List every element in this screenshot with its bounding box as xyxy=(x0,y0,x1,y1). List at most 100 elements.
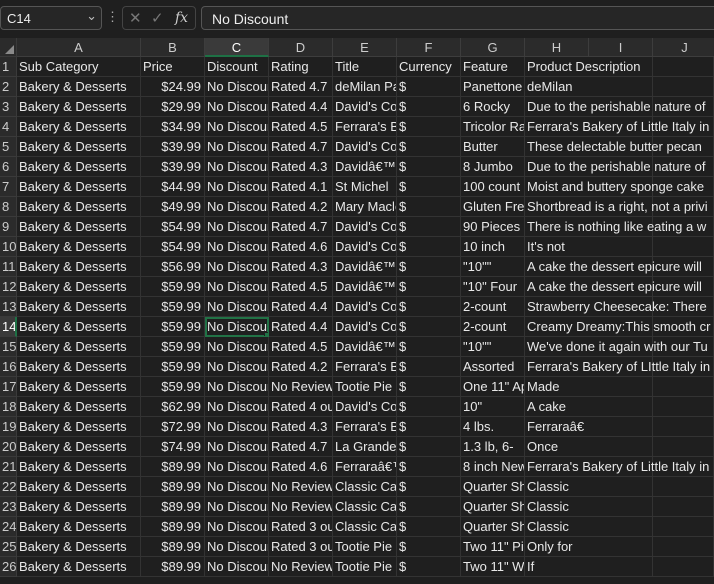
cell-b17[interactable]: $59.99 xyxy=(141,377,205,397)
cell-f20[interactable]: $ xyxy=(397,437,461,457)
cell-g20[interactable]: 1.3 lb, 6- xyxy=(461,437,525,457)
cell-f19[interactable]: $ xyxy=(397,417,461,437)
cell-d8[interactable]: Rated 4.2 xyxy=(269,197,333,217)
cell-e3[interactable]: David's Cookies xyxy=(333,97,397,117)
cell-a26[interactable]: Bakery & Desserts xyxy=(17,557,141,577)
cell-b10[interactable]: $54.99 xyxy=(141,237,205,257)
cell-g12[interactable]: "10" Four xyxy=(461,277,525,297)
cell-c23[interactable]: No Discount xyxy=(205,497,269,517)
cell-h15[interactable]: We've done it again with our Tu xyxy=(525,337,714,357)
column-header-g[interactable]: G xyxy=(461,38,525,57)
column-header-h[interactable]: H xyxy=(525,38,589,57)
cell-d21[interactable]: Rated 4.6 xyxy=(269,457,333,477)
cell-h16[interactable]: Ferrara's Bakery of LIttle Italy in xyxy=(525,357,714,377)
cell-h22[interactable]: Classic xyxy=(525,477,714,497)
cell-d18[interactable]: Rated 4 out xyxy=(269,397,333,417)
cell-a9[interactable]: Bakery & Desserts xyxy=(17,217,141,237)
cell-a14[interactable]: Bakery & Desserts xyxy=(17,317,141,337)
cell-f25[interactable]: $ xyxy=(397,537,461,557)
cell-g22[interactable]: Quarter Sheet xyxy=(461,477,525,497)
cell-h17[interactable]: Made xyxy=(525,377,714,397)
cell-b21[interactable]: $89.99 xyxy=(141,457,205,477)
cell-a7[interactable]: Bakery & Desserts xyxy=(17,177,141,197)
cell-e6[interactable]: Davidâ€™s Cookies xyxy=(333,157,397,177)
cell-g6[interactable]: 8 Jumbo xyxy=(461,157,525,177)
cell-g25[interactable]: Two 11" Pies xyxy=(461,537,525,557)
cell-g18[interactable]: 10" xyxy=(461,397,525,417)
cell-b11[interactable]: $56.99 xyxy=(141,257,205,277)
cell-c10[interactable]: No Discount xyxy=(205,237,269,257)
cell-c26[interactable]: No Discount xyxy=(205,557,269,577)
cell-d23[interactable]: No Reviews xyxy=(269,497,333,517)
cell-h8[interactable]: Shortbread is a right, not a privi xyxy=(525,197,714,217)
cell-a25[interactable]: Bakery & Desserts xyxy=(17,537,141,557)
row-header-17[interactable]: 17 xyxy=(0,377,17,397)
cell-c19[interactable]: No Discount xyxy=(205,417,269,437)
cell-b19[interactable]: $72.99 xyxy=(141,417,205,437)
cell-b25[interactable]: $89.99 xyxy=(141,537,205,557)
cell-h7[interactable]: Moist and buttery sponge cake xyxy=(525,177,714,197)
cell-c20[interactable]: No Discount xyxy=(205,437,269,457)
cell-g11[interactable]: "10"" xyxy=(461,257,525,277)
cell-b9[interactable]: $54.99 xyxy=(141,217,205,237)
cell-a22[interactable]: Bakery & Desserts xyxy=(17,477,141,497)
cell-a21[interactable]: Bakery & Desserts xyxy=(17,457,141,477)
column-header-i[interactable]: I xyxy=(589,38,653,57)
column-header-d[interactable]: D xyxy=(269,38,333,57)
cell-g9[interactable]: 90 Pieces xyxy=(461,217,525,237)
cell-e1[interactable]: Title xyxy=(333,57,397,77)
cell-b6[interactable]: $39.99 xyxy=(141,157,205,177)
cell-c21[interactable]: No Discount xyxy=(205,457,269,477)
cell-h13[interactable]: Strawberry Cheesecake: There xyxy=(525,297,714,317)
cell-b12[interactable]: $59.99 xyxy=(141,277,205,297)
cell-g13[interactable]: 2-count xyxy=(461,297,525,317)
row-header-7[interactable]: 7 xyxy=(0,177,17,197)
name-box[interactable]: C14 ⌄ xyxy=(0,6,102,30)
insert-function-icon[interactable]: fx xyxy=(175,10,188,26)
cell-d14[interactable]: Rated 4.4 xyxy=(269,317,333,337)
cell-g5[interactable]: Butter xyxy=(461,137,525,157)
cell-b16[interactable]: $59.99 xyxy=(141,357,205,377)
cell-d24[interactable]: Rated 3 out xyxy=(269,517,333,537)
cell-e15[interactable]: Davidâ€™s Cookies xyxy=(333,337,397,357)
cell-h26[interactable]: If xyxy=(525,557,714,577)
cell-g14[interactable]: 2-count xyxy=(461,317,525,337)
row-header-21[interactable]: 21 xyxy=(0,457,17,477)
cell-a10[interactable]: Bakery & Desserts xyxy=(17,237,141,257)
cell-b18[interactable]: $62.99 xyxy=(141,397,205,417)
cell-e17[interactable]: Tootie Pie xyxy=(333,377,397,397)
cell-e7[interactable]: St Michel xyxy=(333,177,397,197)
cell-e8[interactable]: Mary Macleod's xyxy=(333,197,397,217)
cell-c14[interactable]: No Discount xyxy=(205,317,269,337)
cell-g8[interactable]: Gluten Free xyxy=(461,197,525,217)
cell-c7[interactable]: No Discount xyxy=(205,177,269,197)
cell-f7[interactable]: $ xyxy=(397,177,461,197)
name-box-value[interactable]: C14 xyxy=(7,11,31,26)
cell-g4[interactable]: Tricolor Rainbow xyxy=(461,117,525,137)
cell-d25[interactable]: Rated 3 out xyxy=(269,537,333,557)
cell-d7[interactable]: Rated 4.1 xyxy=(269,177,333,197)
cell-d17[interactable]: No Reviews xyxy=(269,377,333,397)
cell-e5[interactable]: David's Cookies xyxy=(333,137,397,157)
row-header-26[interactable]: 26 xyxy=(0,557,17,577)
row-header-22[interactable]: 22 xyxy=(0,477,17,497)
cell-d19[interactable]: Rated 4.3 xyxy=(269,417,333,437)
formula-input[interactable]: No Discount xyxy=(201,6,714,30)
cell-g2[interactable]: Panettone xyxy=(461,77,525,97)
cell-e13[interactable]: David's Cookies xyxy=(333,297,397,317)
cell-c16[interactable]: No Discount xyxy=(205,357,269,377)
cell-a12[interactable]: Bakery & Desserts xyxy=(17,277,141,297)
cell-g1[interactable]: Feature xyxy=(461,57,525,77)
cell-c5[interactable]: No Discount xyxy=(205,137,269,157)
cancel-icon[interactable]: ✕ xyxy=(129,9,142,27)
cell-a24[interactable]: Bakery & Desserts xyxy=(17,517,141,537)
cell-e10[interactable]: David's Cookies xyxy=(333,237,397,257)
cell-c25[interactable]: No Discount xyxy=(205,537,269,557)
cell-g3[interactable]: 6 Rocky xyxy=(461,97,525,117)
cell-h4[interactable]: Ferrara's Bakery of Little Italy in xyxy=(525,117,714,137)
row-header-23[interactable]: 23 xyxy=(0,497,17,517)
cell-h5[interactable]: These delectable butter pecan xyxy=(525,137,714,157)
cell-f18[interactable]: $ xyxy=(397,397,461,417)
cell-e21[interactable]: Ferraraâ€™s xyxy=(333,457,397,477)
cell-a23[interactable]: Bakery & Desserts xyxy=(17,497,141,517)
